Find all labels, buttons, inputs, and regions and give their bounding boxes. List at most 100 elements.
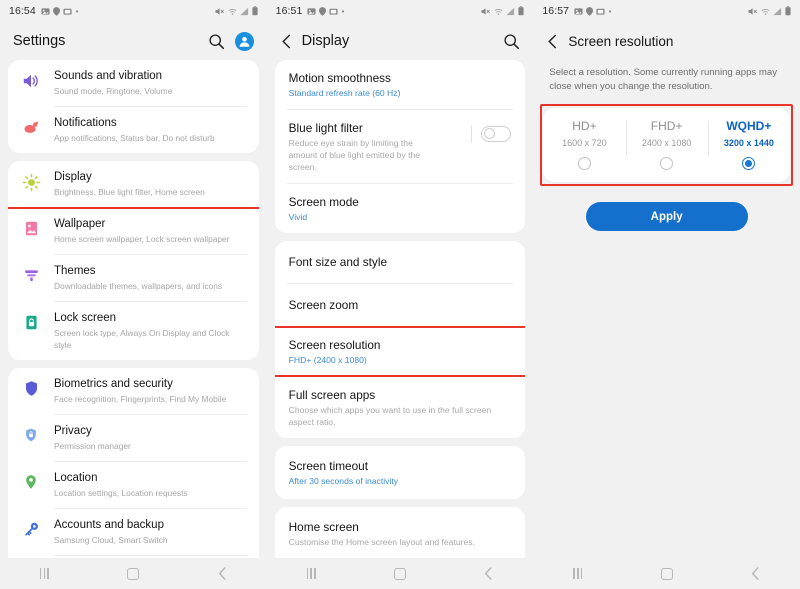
resolution-option-wqhd-plus[interactable]: WQHD+ 3200 x 1440 (707, 118, 790, 170)
settings-group-1: Sounds and vibration Sound mode, Rington… (8, 60, 259, 153)
display-settings-list[interactable]: Motion smoothness Standard refresh rate … (267, 60, 534, 558)
row-title: Screen resolution (288, 338, 381, 352)
status-left-icons (574, 6, 612, 16)
display-group-1: Motion smoothness Standard refresh rate … (274, 60, 526, 233)
row-subtitle: App notifications, Status bar, Do not di… (54, 133, 215, 143)
display-group-2: Font size and style Screen zoom Screen r… (274, 241, 526, 438)
mute-icon (215, 7, 225, 16)
status-bar: 16:51 (266, 0, 534, 22)
sidebar-item-themes[interactable]: Themes Downloadable themes, wallpapers, … (8, 255, 259, 301)
back-button[interactable] (736, 567, 776, 580)
row-title: Sounds and vibration (54, 70, 163, 82)
recents-button[interactable] (291, 568, 331, 579)
page-title: Display (301, 33, 350, 49)
back-arrow-icon[interactable] (546, 34, 559, 49)
row-font-size-and-style[interactable]: Font size and style (275, 241, 526, 283)
sidebar-item-notifications[interactable]: Notifications App notifications, Status … (8, 107, 259, 153)
resolution-option-fhd-plus[interactable]: FHD+ 2400 x 1080 (625, 118, 708, 170)
row-subtitle: Vivid (288, 212, 308, 222)
sidebar-item-privacy[interactable]: Privacy Permission manager (8, 415, 259, 461)
recents-button[interactable] (24, 568, 64, 579)
row-subtitle: Choose which apps you want to use in the… (288, 405, 492, 427)
row-title: Themes (54, 265, 96, 277)
screenshot-icon (63, 7, 72, 16)
resolution-radio-hd-plus[interactable] (577, 157, 591, 170)
resolution-dimensions: 3200 x 1440 (723, 138, 774, 148)
sound-icon (20, 72, 42, 90)
row-home-screen[interactable]: Home screen Customise the Home screen la… (275, 507, 526, 558)
row-subtitle: FHD+ (2400 x 1080) (288, 355, 367, 365)
sidebar-item-biometrics-and-security[interactable]: Biometrics and security Face recognition… (8, 368, 259, 414)
row-title: Home screen (288, 520, 359, 534)
resolution-options[interactable]: HD+ 1600 x 720 FHD+ 2400 x 1080 WQHD+ 32… (543, 108, 790, 182)
search-icon[interactable] (208, 33, 225, 50)
row-screen-mode[interactable]: Screen mode Vivid (275, 184, 526, 233)
sidebar-item-wallpaper[interactable]: Wallpaper Home screen wallpaper, Lock sc… (8, 208, 259, 254)
apply-button[interactable]: Apply (585, 202, 748, 231)
status-left-icons (41, 6, 79, 16)
back-arrow-icon[interactable] (280, 34, 293, 49)
row-blue-light-filter[interactable]: Blue light filter Reduce eye strain by l… (275, 110, 526, 183)
row-title: Font size and style (288, 255, 388, 269)
themes-icon (20, 267, 42, 284)
recents-button[interactable] (558, 568, 598, 579)
row-title: Motion smoothness (288, 71, 391, 85)
home-button[interactable] (380, 567, 420, 580)
more-dot-icon (75, 7, 79, 16)
sidebar-item-google[interactable]: Google (8, 556, 259, 558)
search-icon[interactable] (503, 33, 520, 50)
sidebar-item-sounds-and-vibration[interactable]: Sounds and vibration Sound mode, Rington… (8, 60, 259, 106)
display-icon (20, 173, 42, 192)
status-time: 16:51 (275, 5, 303, 17)
row-subtitle: Face recognition, Fingerprints, Find My … (54, 394, 227, 404)
resolution-option-hd-plus[interactable]: HD+ 1600 x 720 (543, 118, 625, 170)
screenshot-root: 16:54 Settings Sounds and vibration Soun… (0, 0, 800, 589)
sidebar-item-accounts-and-backup[interactable]: Accounts and backup Samsung Cloud, Smart… (8, 509, 259, 555)
home-button[interactable] (647, 567, 687, 580)
row-title: Wallpaper (54, 218, 106, 230)
row-full-screen-apps[interactable]: Full screen apps Choose which apps you w… (275, 377, 526, 438)
sidebar-item-lock-screen[interactable]: Lock screen Screen lock type, Always On … (8, 302, 259, 360)
back-button[interactable] (469, 567, 509, 580)
biometrics-icon (20, 380, 42, 397)
notifications-icon (20, 119, 42, 137)
signal-icon (240, 7, 249, 16)
row-screen-resolution[interactable]: Screen resolution FHD+ (2400 x 1080) (274, 326, 526, 377)
row-screen-timeout[interactable]: Screen timeout After 30 seconds of inact… (275, 446, 526, 499)
resolution-name: FHD+ (650, 119, 683, 133)
sidebar-item-location[interactable]: Location Location settings, Location req… (8, 462, 259, 508)
row-title: Notifications (54, 117, 117, 129)
row-screen-zoom[interactable]: Screen zoom (275, 284, 526, 326)
app-bar: Screen resolution (533, 22, 800, 60)
sidebar-item-display[interactable]: Display Brightness, Blue light filter, H… (8, 161, 259, 209)
resolution-radio-fhd-plus[interactable] (660, 157, 674, 170)
home-button[interactable] (113, 567, 153, 580)
row-title: Screen zoom (288, 298, 359, 312)
blue-light-filter-toggle-wrap (461, 125, 512, 143)
settings-list[interactable]: Sounds and vibration Sound mode, Rington… (0, 60, 267, 558)
image-icon (41, 7, 50, 16)
row-subtitle: Location settings, Location requests (54, 488, 188, 498)
screenshot-icon (329, 7, 338, 16)
back-button[interactable] (202, 567, 242, 580)
row-title: Biometrics and security (54, 378, 173, 390)
wifi-icon (761, 7, 770, 16)
mute-icon (748, 7, 758, 16)
resolution-dimensions: 2400 x 1080 (641, 138, 692, 148)
row-subtitle: Samsung Cloud, Smart Switch (54, 535, 168, 545)
resolution-radio-wqhd-plus[interactable] (742, 157, 756, 170)
image-icon (574, 7, 583, 16)
row-subtitle: Screen lock type, Always On Display and … (54, 328, 230, 350)
status-right-icons (215, 6, 258, 16)
row-subtitle: Brightness, Blue light filter, Home scre… (54, 187, 205, 197)
settings-group-2: Display Brightness, Blue light filter, H… (8, 161, 259, 360)
blue-light-filter-toggle[interactable] (481, 126, 512, 142)
navigation-bar (266, 558, 534, 589)
avatar[interactable] (234, 31, 254, 51)
image-icon (307, 7, 316, 16)
location-status-icon (586, 6, 594, 16)
more-dot-icon (341, 7, 345, 16)
row-motion-smoothness[interactable]: Motion smoothness Standard refresh rate … (275, 60, 526, 109)
display-group-4: Home screen Customise the Home screen la… (274, 507, 526, 558)
row-subtitle: Standard refresh rate (60 Hz) (288, 88, 401, 98)
